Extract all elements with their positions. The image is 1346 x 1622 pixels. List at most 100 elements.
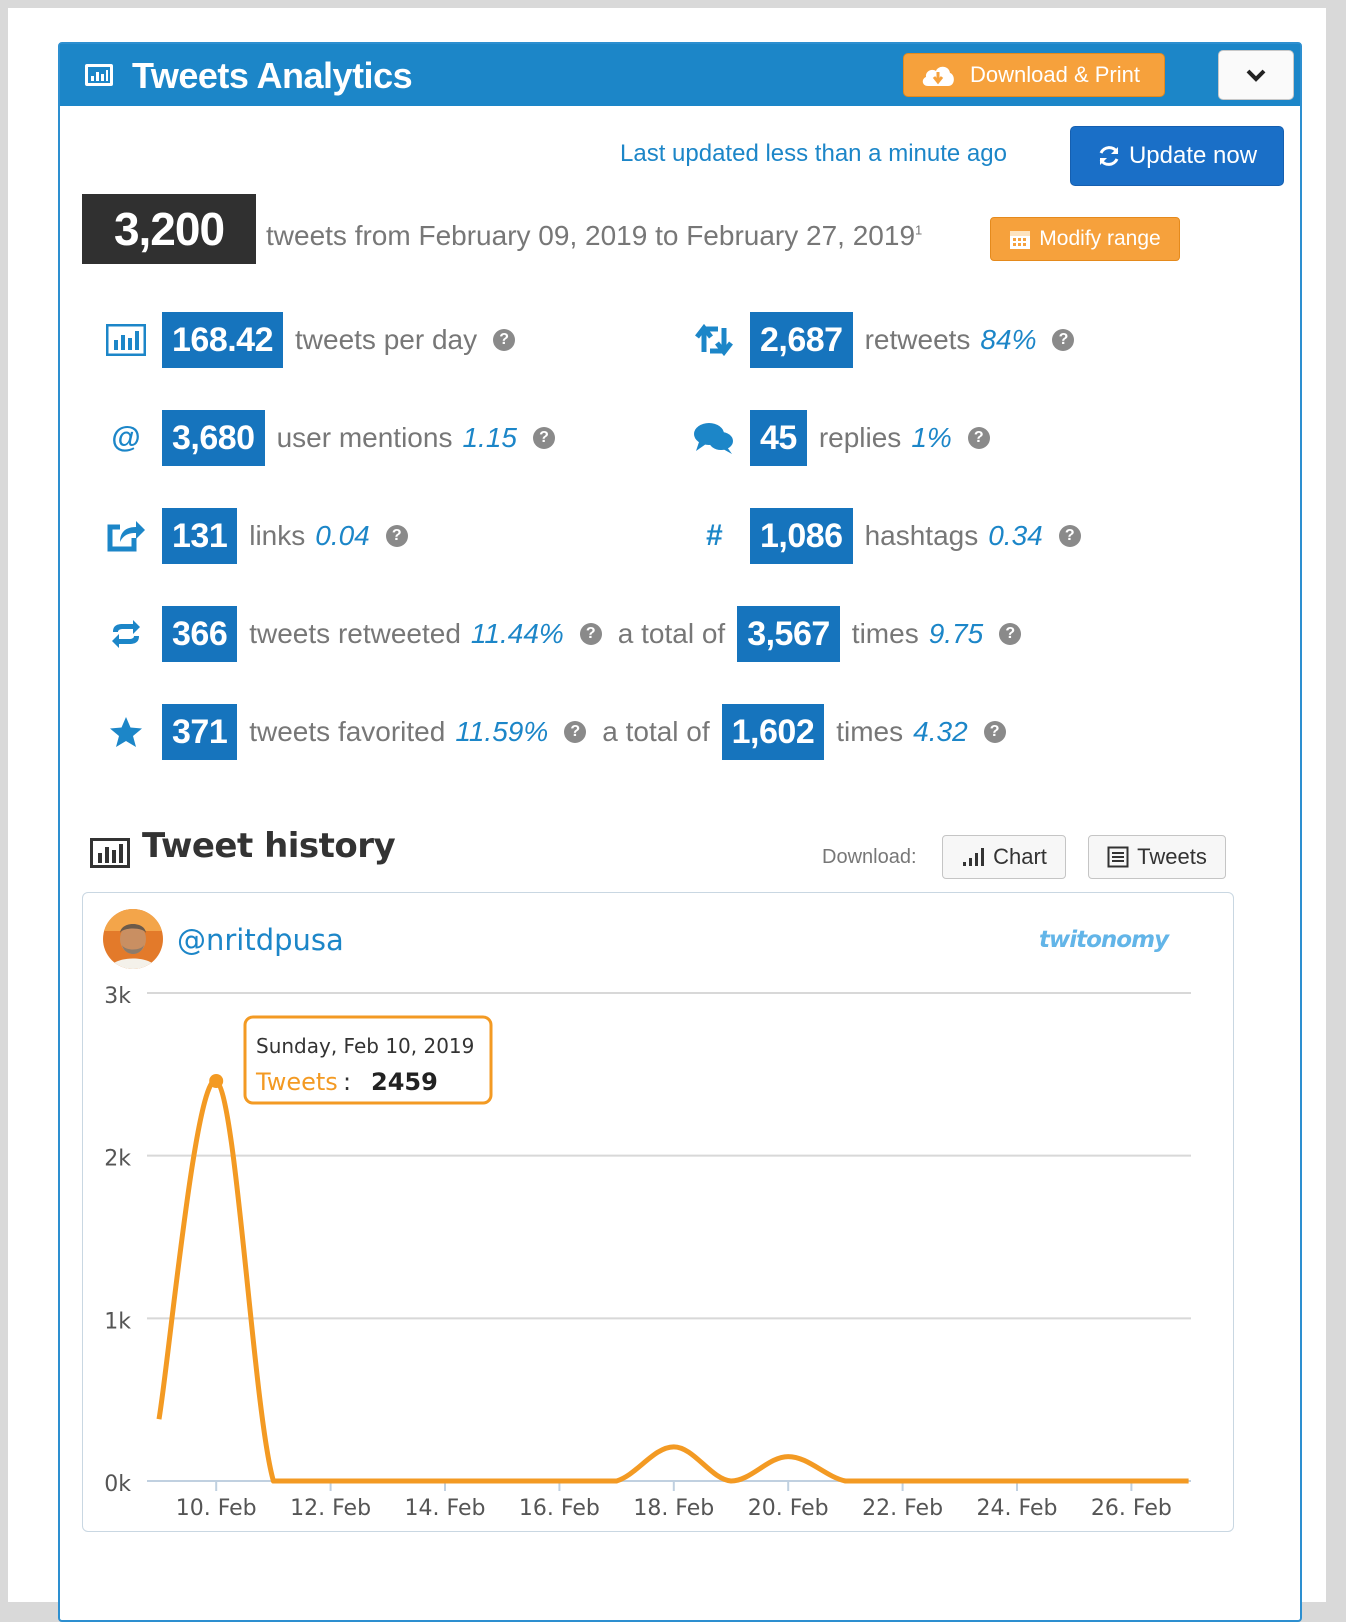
- retweets-value: 2,687: [750, 312, 853, 368]
- links-value: 131: [162, 508, 238, 564]
- date-range-label: tweets from February 09, 2019 to Februar…: [266, 220, 916, 251]
- share-link-icon: [104, 518, 148, 554]
- total-of-label: a total of: [602, 716, 710, 747]
- hashtags-label: hashtags: [864, 520, 979, 551]
- options-dropdown-button[interactable]: [1218, 50, 1294, 100]
- tweets-retweeted-label: tweets retweeted: [249, 618, 461, 649]
- tweets-retweeted-value: 366: [162, 606, 238, 662]
- help-icon[interactable]: ?: [532, 427, 555, 449]
- y-tick-label: 3k: [104, 984, 131, 1009]
- x-tick-label: 16. Feb: [519, 1496, 600, 1521]
- help-icon[interactable]: ?: [983, 721, 1006, 743]
- stat-tweets-retweeted: 366 tweets retweeted 11.44% ? a total of…: [104, 606, 1022, 662]
- tweets-favorited-label: tweets favorited: [249, 716, 446, 747]
- last-updated-text: Last updated less than a minute ago: [620, 140, 1007, 167]
- retweet-icon: [692, 322, 736, 358]
- favorited-total-value: 1,602: [721, 704, 825, 760]
- help-icon[interactable]: ?: [385, 525, 408, 547]
- bar-chart-icon: [90, 838, 130, 868]
- update-now-label: Update now: [1128, 142, 1258, 169]
- download-tweets-button[interactable]: Tweets: [1088, 835, 1226, 879]
- total-of-label: a total of: [617, 618, 726, 649]
- links-label: links: [249, 520, 306, 551]
- tweet-history-chart: @nritdpusa twitonomy 0k 1k 2k 3k 10. Feb 12.…: [82, 892, 1234, 1532]
- chart-tooltip: Sunday, Feb 10, 2019 Tweets : 2459: [243, 1015, 493, 1105]
- y-tick-label: 2k: [104, 1147, 131, 1172]
- calendar-icon: [1010, 231, 1031, 249]
- refresh-icon: [1099, 146, 1119, 166]
- tweets-favorited-value: 371: [162, 704, 238, 760]
- star-icon: [104, 716, 148, 748]
- tooltip-series-label: Tweets: [255, 1068, 338, 1096]
- bar-chart-icon: [104, 324, 148, 356]
- modify-range-label: Modify range: [1039, 227, 1161, 250]
- hashtag-icon: #: [705, 519, 723, 552]
- tweets-retweeted-pct: 11.44%: [470, 618, 564, 649]
- stat-links: 131 links 0.04 ?: [104, 508, 408, 564]
- tweets-per-day-label: tweets per day: [295, 324, 478, 355]
- chevron-down-icon: [1246, 69, 1266, 82]
- stat-hashtags: # 1,086 hashtags 0.34 ?: [692, 508, 1081, 564]
- retweets-label: retweets: [864, 324, 971, 355]
- replies-value: 45: [750, 410, 807, 466]
- help-icon[interactable]: ?: [1058, 525, 1081, 547]
- tooltip-value: 2459: [371, 1068, 438, 1096]
- replies-pct: 1%: [911, 422, 952, 453]
- help-icon[interactable]: ?: [564, 721, 587, 743]
- stat-retweets: 2,687 retweets 84% ?: [692, 312, 1075, 368]
- x-tick-label: 10. Feb: [176, 1496, 257, 1521]
- line-chart-svg: 0k 1k 2k 3k 10. Feb 12. Feb 14. Feb 16. Feb 18.…: [104, 984, 1191, 1521]
- tweets-button-label: Tweets: [1137, 844, 1207, 869]
- replies-label: replies: [818, 422, 902, 453]
- times-label: times: [851, 618, 919, 649]
- date-range-text: tweets from February 09, 2019 to Februar…: [266, 220, 922, 252]
- times-label: times: [836, 716, 904, 747]
- data-point-highlight[interactable]: [209, 1074, 224, 1089]
- links-pct: 0.04: [315, 520, 370, 551]
- user-mentions-label: user mentions: [276, 422, 453, 453]
- x-tick-label: 22. Feb: [862, 1496, 943, 1521]
- modify-range-button[interactable]: Modify range: [990, 217, 1180, 261]
- x-tick-label: 20. Feb: [748, 1496, 829, 1521]
- favorited-times-value: 4.32: [913, 716, 968, 747]
- x-tick-label: 26. Feb: [1091, 1496, 1172, 1521]
- help-icon[interactable]: ?: [1052, 329, 1075, 351]
- at-sign-icon: @: [111, 421, 141, 454]
- table-icon: [1107, 846, 1129, 868]
- user-mentions-value: 3,680: [162, 410, 265, 466]
- stat-replies: 45 replies 1% ?: [692, 410, 990, 466]
- download-print-label: Download & Print: [970, 62, 1140, 87]
- tweet-history-title: Tweet history: [142, 826, 396, 866]
- total-tweets-count: 3,200: [82, 194, 256, 264]
- tweets-per-day-value: 168.42: [162, 312, 283, 368]
- bar-chart-icon: [85, 64, 113, 86]
- download-label: Download:: [822, 846, 917, 868]
- download-print-button[interactable]: Download & Print: [903, 53, 1165, 97]
- stat-tweets-favorited: 371 tweets favorited 11.59% ? a total of…: [104, 704, 1006, 760]
- retweets-pct: 84%: [980, 324, 1037, 355]
- retweet-arrows-icon: [104, 619, 148, 649]
- download-chart-button[interactable]: Chart: [942, 835, 1066, 879]
- x-tick-label: 14. Feb: [405, 1496, 486, 1521]
- help-icon[interactable]: ?: [579, 623, 602, 645]
- panel-title: Tweets Analytics: [132, 55, 413, 96]
- x-tick-label: 12. Feb: [290, 1496, 371, 1521]
- user-mentions-pct: 1.15: [462, 422, 517, 453]
- stat-user-mentions: @ 3,680 user mentions 1.15 ?: [104, 410, 555, 466]
- x-tick-label: 18. Feb: [633, 1496, 714, 1521]
- hashtags-value: 1,086: [750, 508, 853, 564]
- help-icon[interactable]: ?: [999, 623, 1022, 645]
- update-now-button[interactable]: Update now: [1070, 126, 1284, 186]
- x-tick-label: 24. Feb: [977, 1496, 1058, 1521]
- footnote-marker: 1: [915, 222, 923, 238]
- y-tick-label: 0k: [104, 1472, 131, 1497]
- tweets-analytics-panel: Tweets Analytics Download & Print Last u…: [58, 42, 1302, 1622]
- help-icon[interactable]: ?: [967, 427, 990, 449]
- tweets-favorited-pct: 11.59%: [455, 716, 549, 747]
- chart-button-label: Chart: [993, 844, 1047, 869]
- retweeted-total-value: 3,567: [737, 606, 840, 662]
- hashtags-pct: 0.34: [988, 520, 1043, 551]
- tooltip-colon: :: [343, 1068, 351, 1096]
- retweeted-times-value: 9.75: [928, 618, 984, 649]
- help-icon[interactable]: ?: [493, 329, 516, 351]
